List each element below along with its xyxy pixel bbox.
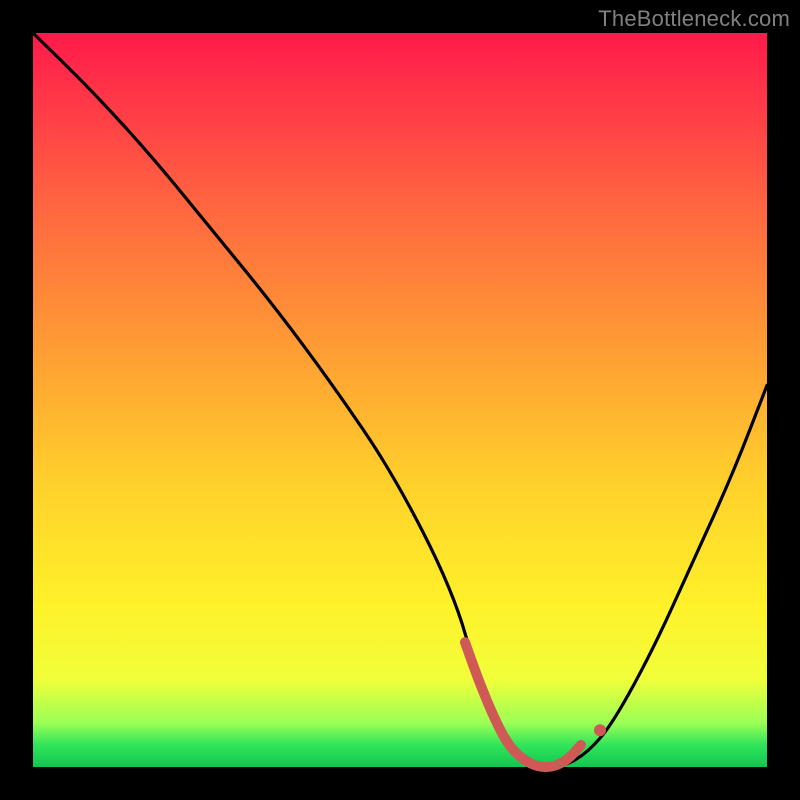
- highlight-left-segment: [465, 642, 581, 767]
- watermark-text: TheBottleneck.com: [598, 6, 790, 32]
- highlight-dot: [594, 724, 606, 736]
- plot-area: [33, 33, 767, 767]
- bottleneck-curve: [33, 33, 767, 767]
- chart-frame: TheBottleneck.com: [0, 0, 800, 800]
- curve-layer: [33, 33, 767, 767]
